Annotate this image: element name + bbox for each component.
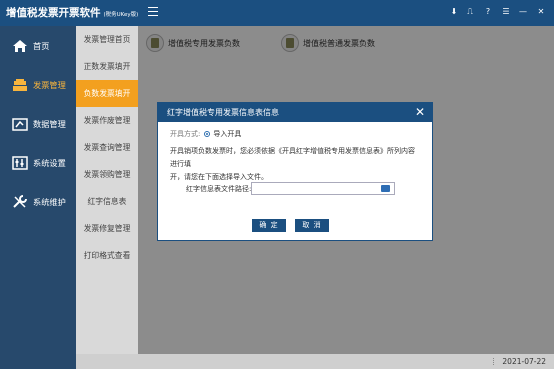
submenu-item-invoice-query[interactable]: 发票查询管理 (76, 134, 138, 161)
confirm-button[interactable]: 确 定 (252, 219, 286, 232)
arrow-down-icon[interactable]: ⬇ (447, 5, 461, 19)
close-icon[interactable]: ✕ (414, 103, 426, 122)
notice-line-1: 开具销项负数发票时，您必须依据《开具红字增值税专用发票信息表》所列内容进行填 (170, 147, 415, 168)
resize-grip-icon (486, 358, 494, 365)
dialog-title: 红字增值税专用发票信息表信息 (167, 108, 279, 117)
sub-menu: 发票管理首页 正数发票填开 负数发票填开 发票作废管理 发票查询管理 发票领购管… (76, 26, 138, 369)
nav-item-maintenance[interactable]: 系统维护 (0, 182, 76, 221)
left-nav: 首页 发票管理 数据管理 系统设置 系统维护 (0, 26, 76, 369)
minimize-icon[interactable]: — (516, 5, 530, 19)
notice-text: 开具销项负数发票时，您必须依据《开具红字增值税专用发票信息表》所列内容进行填 开… (170, 145, 420, 184)
nav-label: 数据管理 (33, 118, 66, 129)
import-mode-radio[interactable] (204, 131, 211, 137)
cancel-button[interactable]: 取 消 (295, 219, 329, 232)
book-icon[interactable]: ⎍ (463, 5, 477, 19)
issue-mode-row: 开具方式: 导入开具 (170, 128, 420, 140)
status-bar: 2021-07-22 (76, 354, 554, 369)
nav-label: 系统设置 (33, 157, 66, 168)
app-subtitle: (税务UKey版) (103, 12, 139, 18)
submenu-item-invoice-purchase[interactable]: 发票领购管理 (76, 161, 138, 188)
red-invoice-info-dialog: 红字增值税专用发票信息表信息 ✕ 开具方式: 导入开具 开具销项负数发票时，您必… (157, 102, 433, 241)
maintenance-icon (11, 193, 29, 211)
nav-label: 首页 (33, 40, 50, 51)
submenu-item-invoice-home[interactable]: 发票管理首页 (76, 26, 138, 53)
submenu-item-print-format[interactable]: 打印格式查看 (76, 242, 138, 269)
menu-toggle-icon[interactable] (148, 7, 158, 19)
file-path-row: 红字信息表文件路径: (158, 182, 434, 196)
submenu-item-negative-invoice[interactable]: 负数发票填开 (76, 80, 138, 107)
file-path-label: 红字信息表文件路径: (186, 185, 252, 193)
app-title-text: 增值税发票开票软件 (6, 7, 101, 19)
title-bar: 增值税发票开票软件 (税务UKey版) ⬇ ⎍ ? ☰ — ✕ (0, 0, 554, 26)
submenu-item-invoice-repair[interactable]: 发票修复管理 (76, 215, 138, 242)
issue-mode-label: 开具方式: (170, 130, 201, 138)
dialog-header: 红字增值税专用发票信息表信息 ✕ (158, 103, 432, 122)
nav-item-invoice[interactable]: 发票管理 (0, 65, 76, 104)
folder-icon[interactable] (381, 185, 390, 192)
nav-label: 发票管理 (33, 79, 66, 90)
submenu-item-void-invoice[interactable]: 发票作废管理 (76, 107, 138, 134)
status-date: 2021-07-22 (502, 357, 546, 366)
close-icon[interactable]: ✕ (534, 5, 548, 19)
nav-item-data[interactable]: 数据管理 (0, 104, 76, 143)
invoice-icon (11, 76, 29, 94)
submenu-item-positive-invoice[interactable]: 正数发票填开 (76, 53, 138, 80)
home-icon (11, 37, 29, 55)
import-mode-label: 导入开具 (213, 130, 242, 138)
submenu-item-red-info-table[interactable]: 红字信息表 (76, 188, 138, 215)
app-title: 增值税发票开票软件 (税务UKey版) (6, 0, 138, 26)
dialog-body: 开具方式: 导入开具 开具销项负数发票时，您必须依据《开具红字增值税专用发票信息… (158, 122, 432, 184)
nav-item-home[interactable]: 首页 (0, 26, 76, 65)
data-icon (11, 115, 29, 133)
nav-label: 系统维护 (33, 196, 66, 207)
file-path-input[interactable] (251, 182, 395, 195)
menu-icon[interactable]: ☰ (499, 5, 513, 19)
nav-item-settings[interactable]: 系统设置 (0, 143, 76, 182)
help-icon[interactable]: ? (481, 5, 495, 19)
settings-icon (11, 154, 29, 172)
